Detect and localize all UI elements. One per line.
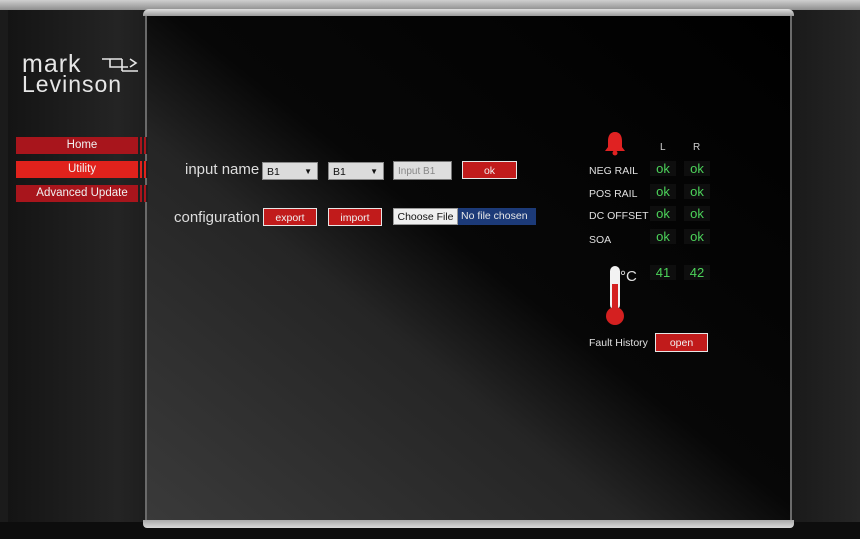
soa-r-value: ok xyxy=(684,229,710,244)
pos-rail-label: POS RAIL xyxy=(589,188,638,200)
main-panel-top-bezel xyxy=(143,9,794,16)
neg-rail-r-value: ok xyxy=(684,161,710,176)
input-select-2-value: B1 xyxy=(333,166,346,178)
fault-history-open-button[interactable]: open xyxy=(655,333,708,352)
input-name-label: input name xyxy=(185,161,260,178)
choose-file-button[interactable]: Choose File xyxy=(393,208,458,225)
input-select-1[interactable]: B1 ▼ xyxy=(262,162,318,180)
dc-offset-label: DC OFFSET xyxy=(589,210,649,222)
soa-l-value: ok xyxy=(650,229,676,244)
sidebar-item-label: Utility xyxy=(67,163,97,175)
import-button[interactable]: import xyxy=(328,208,382,226)
sidebar-item-label: Advanced Update xyxy=(36,187,128,199)
temperature-r-value: 42 xyxy=(684,265,710,280)
sidebar-item-home[interactable]: Home xyxy=(16,137,148,154)
dropdown-arrow-icon: ▼ xyxy=(304,167,312,176)
bell-icon xyxy=(605,132,625,156)
pos-rail-l-value: ok xyxy=(650,184,676,199)
brand-line2: Levinson xyxy=(22,71,123,97)
sidebar-nav: Home Utility Advanced Update xyxy=(16,137,148,209)
dc-offset-r-value: ok xyxy=(684,206,710,221)
neg-rail-l-value: ok xyxy=(650,161,676,176)
sidebar-item-advanced-update[interactable]: Advanced Update xyxy=(16,185,148,202)
dc-offset-l-value: ok xyxy=(650,206,676,221)
input-name-ok-button[interactable]: ok xyxy=(462,161,517,179)
nav-stripes xyxy=(136,161,148,178)
sidebar-item-label: Home xyxy=(66,139,98,151)
column-l-header: L xyxy=(660,142,666,153)
brand-logo: mark Levinson xyxy=(22,52,142,102)
temperature-unit: °C xyxy=(620,268,637,285)
file-status: No file chosen xyxy=(458,208,536,225)
neg-rail-label: NEG RAIL xyxy=(589,165,639,177)
fault-history-label: Fault History xyxy=(589,337,648,349)
configuration-label: configuration xyxy=(174,209,260,226)
pos-rail-r-value: ok xyxy=(684,184,710,199)
input-select-1-value: B1 xyxy=(267,166,280,178)
input-select-2[interactable]: B1 ▼ xyxy=(328,162,384,180)
main-panel-bottom-bezel xyxy=(143,520,794,528)
soa-label: SOA xyxy=(589,234,612,246)
sidebar-item-utility[interactable]: Utility xyxy=(16,161,148,178)
input-name-placeholder: Input B1 xyxy=(398,166,436,177)
right-panel xyxy=(792,10,860,522)
nav-stripes xyxy=(136,137,148,154)
dropdown-arrow-icon: ▼ xyxy=(370,167,378,176)
export-button[interactable]: export xyxy=(263,208,317,226)
input-name-field[interactable]: Input B1 xyxy=(393,161,452,180)
temperature-l-value: 41 xyxy=(650,265,676,280)
nav-stripes xyxy=(136,185,148,202)
column-r-header: R xyxy=(693,142,701,153)
